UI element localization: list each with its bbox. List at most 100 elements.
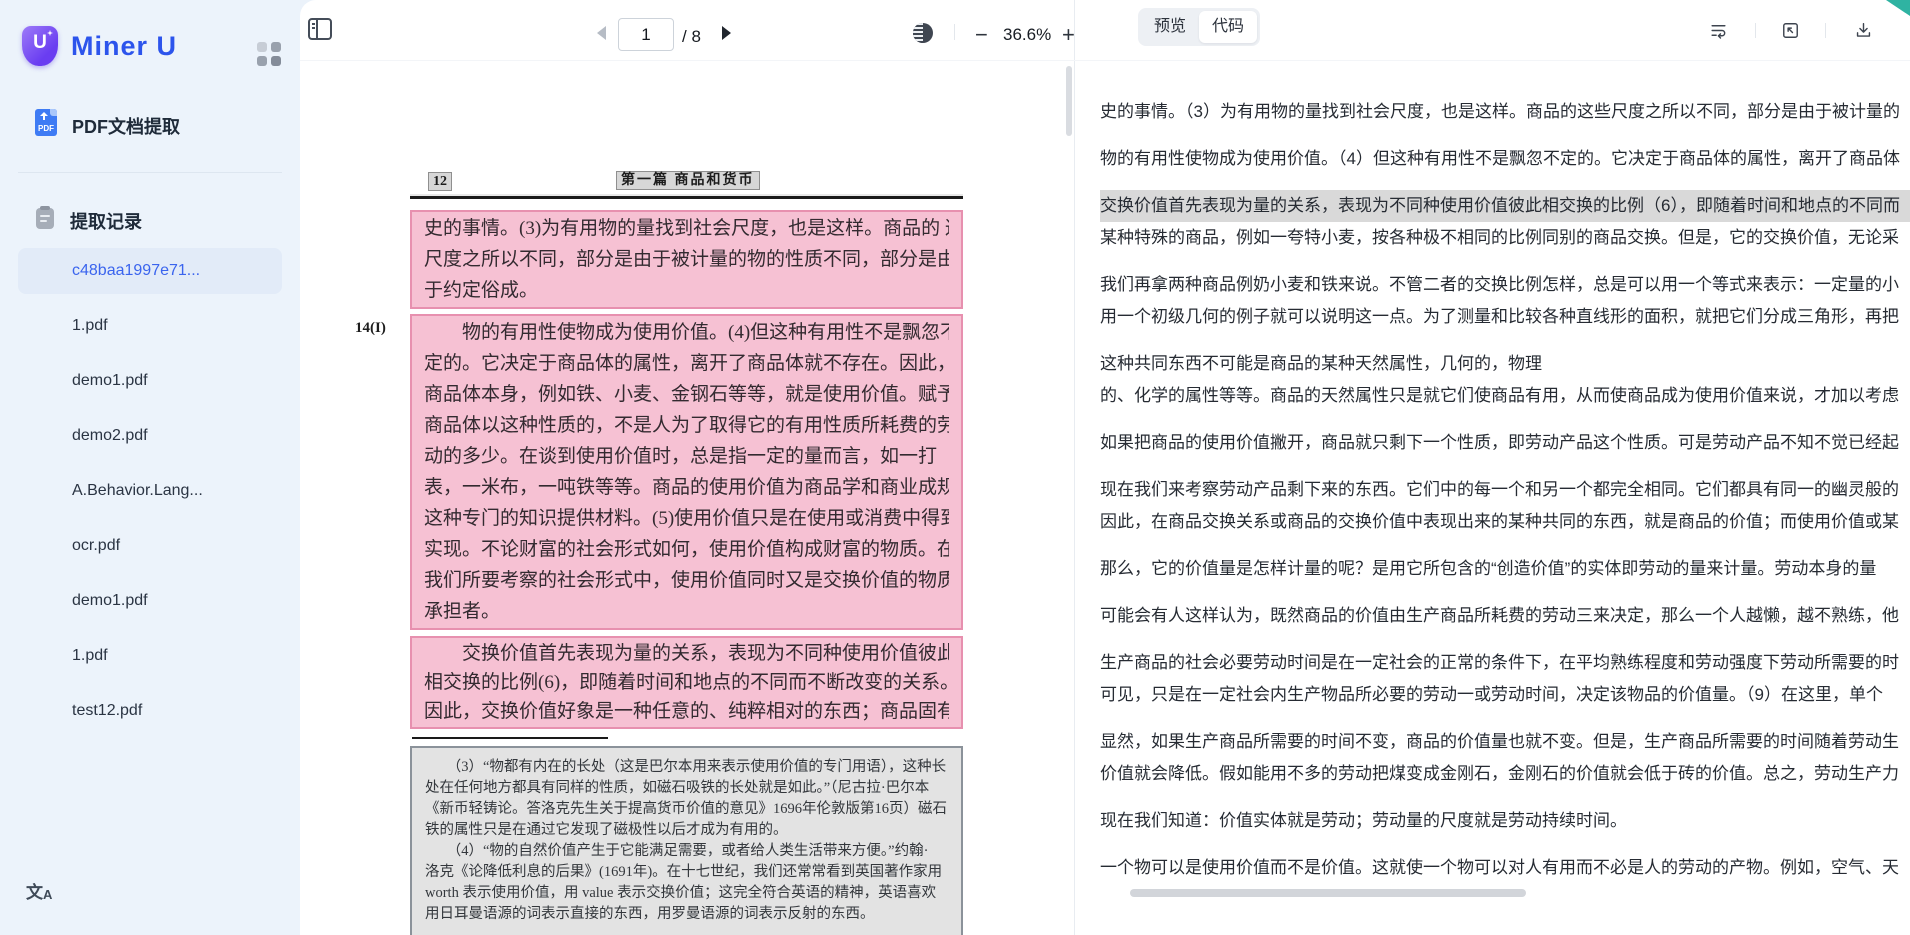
footnote-line: 洛克《论降低利息的后果》(1691年)。在十七世纪，我们还常常看到英国著作家用 [425,862,948,883]
preview-paragraph: 我们再拿两种商品例奶小麦和铁来说。不管二者的交换比例怎样，总是可以用一个等式来表… [1100,269,1910,333]
scan-text-line: 承担者。 [424,596,949,627]
mineru-logo-icon: U [22,26,58,66]
markdown-preview[interactable]: 史的事情。（3）为有用物的量找到社会尺度，也是这样。商品的这些尺度之所以不同，部… [1100,61,1910,881]
preview-paragraph: 那么，它的价值量是怎样计量的呢？是用它所包含的“创造价值”的实体即劳动的量来计量… [1100,553,1910,585]
record-item[interactable]: test12.pdf [18,688,282,734]
preview-line: 显然，如果生产商品所需要的时间不变，商品的价值量也就不变。但是，生产商品所需要的… [1100,726,1910,758]
scan-text-line: 商品体以这种性质的，不是人为了取得它的有用性质所耗费的劳 [424,410,949,441]
tab-code[interactable]: 代码 [1199,11,1257,43]
scan-text-line: 交换价值首先表现为量的关系，表现为不同种使用价值彼此 [424,639,949,668]
preview-paragraph: 可能会有人这样认为，既然商品的价值由生产商品所耗费的劳动三来决定，那么一个人越懒… [1100,600,1910,632]
language-switch-icon[interactable]: 文A [26,878,60,906]
scan-text-line: 动的多少。在谈到使用价值时，总是指一定的量而言，如一打 [424,441,949,472]
preview-horizontal-scrollbar[interactable] [1130,889,1526,897]
scan-text-line: 商品体本身，例如铁、小麦、金钢石等等，就是使用价值。赋予 [424,379,949,410]
scan-text-line: 因此，交换价值好象是一种任意的、纯粹相对的东西；商品固有的、 [424,697,949,726]
thumbnail-panel-toggle-icon[interactable] [308,18,332,40]
scan-text-line: 我们所要考察的社会形式中，使用价值同时又是交换价值的物质 [424,565,949,596]
margin-note: 14(I) [355,320,386,337]
sidebar-divider [18,172,282,173]
app-logo[interactable]: U Miner U [22,26,177,66]
footnote-line: （3）“物都有内在的长处（这是巴尔本用来表示使用价值的专门用语），这种长 [425,757,948,778]
scan-text-line: 相交换的比例(6)，即随着时间和地点的不同而不断改变的关系。 [424,668,949,697]
scan-running-title[interactable]: 第一篇 商品和货币 [616,171,760,190]
record-item[interactable]: demo1.pdf [18,578,282,624]
scan-text-line: 尺度之所以不同，部分是由于被计量的物的性质不同，部分是由 [424,244,949,275]
preview-line: 那么，它的价值量是怎样计量的呢？是用它所包含的“创造价值”的实体即劳动的量来计量… [1100,553,1910,585]
footnote-block[interactable]: （3）“物都有内在的长处（这是巴尔本用来表示使用价值的专门用语），这种长处在任何… [410,746,963,935]
scan-text-line: 表，一米布，一吨铁等等。商品的使用价值为商品学和商业成规 [424,472,949,503]
tab-preview[interactable]: 预览 [1141,11,1199,43]
scan-text-line: 定的。它决定于商品体的属性，离开了商品体就不存在。因此， [424,348,949,379]
apps-grid-icon[interactable] [257,42,281,66]
preview-paragraph: 物的有用性使物成为使用价值。（4）但这种有用性不是飘忽不定的。它决定于商品体的属… [1100,143,1910,175]
preview-line: 可能会有人这样认为，既然商品的价值由生产商品所耗费的劳动三来决定，那么一个人越懒… [1100,600,1910,632]
menu-label: PDF文档提取 [72,113,180,139]
header-divider [1755,23,1756,38]
pdf-page: 12 第一篇 商品和货币 14(I) 史的事情。(3)为有用物的量找到社会尺度，… [410,170,963,935]
record-item[interactable]: A.Behavior.Lang... [18,468,282,514]
preview-line: 因此，在商品交换关系或商品的交换价值中表现出来的某种共同的东西，就是商品的价值；… [1100,506,1910,538]
header-divider [1825,23,1826,38]
record-item[interactable]: ocr.pdf [18,523,282,569]
scan-text-line: 物的有用性使物成为使用价值。(4)但这种有用性不是飘忽不 [424,317,949,348]
preview-line: 我们再拿两种商品例奶小麦和铁来说。不管二者的交换比例怎样，总是可以用一个等式来表… [1100,269,1910,301]
footnote-separator [412,737,608,739]
scan-text-line: 这种专门的知识提供材料。(5)使用价值只是在使用或消费中得到 [424,503,949,534]
preview-line: 现在我们知道：价值实体就是劳动；劳动量的尺度就是劳动持续时间。 [1100,805,1910,837]
preview-paragraph: 如果把商品的使用价值撇开，商品就只剩下一个性质，即劳动产品这个性质。可是劳动产品… [1100,427,1910,459]
footnote-line: 铁的属性只是在通过它发现了磁极性以后才成为有用的。 [425,820,948,841]
record-item[interactable]: demo2.pdf [18,413,282,459]
record-item[interactable]: 1.pdf [18,633,282,679]
sidebar-item-pdf-extract[interactable]: PDF PDF文档提取 [0,105,300,145]
footnote-line: 处在任何地方都具有同样的性质，如磁石吸铁的长处就是如此。”（尼古拉·巴尔本 [425,778,948,799]
zoom-out-button[interactable]: − [975,22,988,48]
contrast-toggle-icon[interactable] [913,23,933,43]
scan-text-line: 于约定俗成。 [424,275,949,306]
preview-line: 这种共同东西不可能是商品的某种天然属性，几何的，物理 [1100,348,1910,380]
sidebar: U Miner U PDF PDF文档提取 提取记录 c48baa1997e71… [0,0,300,935]
records-header: 提取记录 [0,205,300,235]
preview-line: 可见，只是在一定社会内生产物品所必要的劳动一或劳动时间，决定该物品的价值量。（9… [1100,679,1910,711]
preview-line: 一个物可以是使用价值而不是价值。这就使一个物可以对人有用而不必是人的劳动的产物。… [1100,852,1910,881]
record-item[interactable]: c48baa1997e71... [18,248,282,294]
record-item[interactable]: demo1.pdf [18,358,282,404]
preview-line: 的、化学的属性等等。商品的天然属性只是就它们使商品有用，从而使商品成为使用价值来… [1100,380,1910,412]
next-page-button[interactable] [722,26,738,40]
corner-ribbon [1886,0,1910,16]
preview-paragraph: 这种共同东西不可能是商品的某种天然属性，几何的，物理的、化学的属性等等。商品的天… [1100,348,1910,412]
app-title: Miner U [71,31,177,62]
record-item[interactable]: 1.pdf [18,303,282,349]
preview-line: 用一个初级几何的例子就可以说明这一点。为了测量和比较各种直线形的面积，就把它们分… [1100,301,1910,333]
expand-view-icon[interactable] [1781,21,1800,40]
preview-line: 生产商品的社会必要劳动时间是在一定社会的正常的条件下，在平均熟练程度和劳动强度下… [1100,647,1910,679]
scan-page-number[interactable]: 12 [428,172,452,191]
records-icon [36,208,54,229]
preview-line: 物的有用性使物成为使用价值。（4）但这种有用性不是飘忽不定的。它决定于商品体的属… [1100,143,1910,175]
zoom-level: 36.6% [1003,25,1051,45]
scan-text-line: 史的事情。(3)为有用物的量找到社会尺度，也是这样。商品的 这些 [424,213,949,244]
footnote-line: worth 表示使用价值，用 value 表示交换价值；这完全符合英语的精神，英… [425,883,948,904]
preview-paragraph: 现在我们来考察劳动产品剩下来的东西。它们中的每一个和另一个都完全相同。它们都具有… [1100,474,1910,538]
page-running-head: 12 第一篇 商品和货币 [410,170,963,196]
highlighted-text-block[interactable]: 交换价值首先表现为量的关系，表现为不同种使用价值彼此相交换的比例(6)，即随着时… [410,636,963,729]
preview-paragraph: 生产商品的社会必要劳动时间是在一定社会的正常的条件下，在平均熟练程度和劳动强度下… [1100,647,1910,711]
preview-highlighted-line: 交换价值首先表现为量的关系，表现为不同种使用价值彼此相交换的比例（6），即随着时… [1100,190,1910,222]
prev-page-button[interactable] [597,26,606,40]
wrap-text-icon[interactable] [1709,21,1728,40]
pdf-vertical-scrollbar[interactable] [1066,66,1072,136]
footnote-line: 用日耳曼语源的词表示直接的东西，用罗曼语源的词表示反射的东西。 [425,904,948,925]
preview-paragraph: 交换价值首先表现为量的关系，表现为不同种使用价值彼此相交换的比例（6），即随着时… [1100,190,1910,254]
preview-line: 如果把商品的使用价值撇开，商品就只剩下一个性质，即劳动产品这个性质。可是劳动产品… [1100,427,1910,459]
download-icon[interactable] [1854,21,1873,40]
toolbar-divider [954,24,955,40]
preview-line: 某种特殊的商品，例如一夸特小麦，按各种极不相同的比例同别的商品交换。但是，它的交… [1100,222,1910,254]
highlighted-text-block[interactable]: 史的事情。(3)为有用物的量找到社会尺度，也是这样。商品的 这些尺度之所以不同，… [410,210,963,309]
zoom-in-button[interactable]: + [1062,22,1075,48]
highlighted-text-block[interactable]: 物的有用性使物成为使用价值。(4)但这种有用性不是飘忽不定的。它决定于商品体的属… [410,314,963,630]
preview-line: 史的事情。（3）为有用物的量找到社会尺度，也是这样。商品的这些尺度之所以不同，部… [1100,96,1910,128]
page-number-input[interactable] [618,18,674,51]
head-rule [410,196,963,199]
panel-divider [1074,0,1075,935]
preview-paragraph: 一个物可以是使用价值而不是价值。这就使一个物可以对人有用而不必是人的劳动的产物。… [1100,852,1910,881]
